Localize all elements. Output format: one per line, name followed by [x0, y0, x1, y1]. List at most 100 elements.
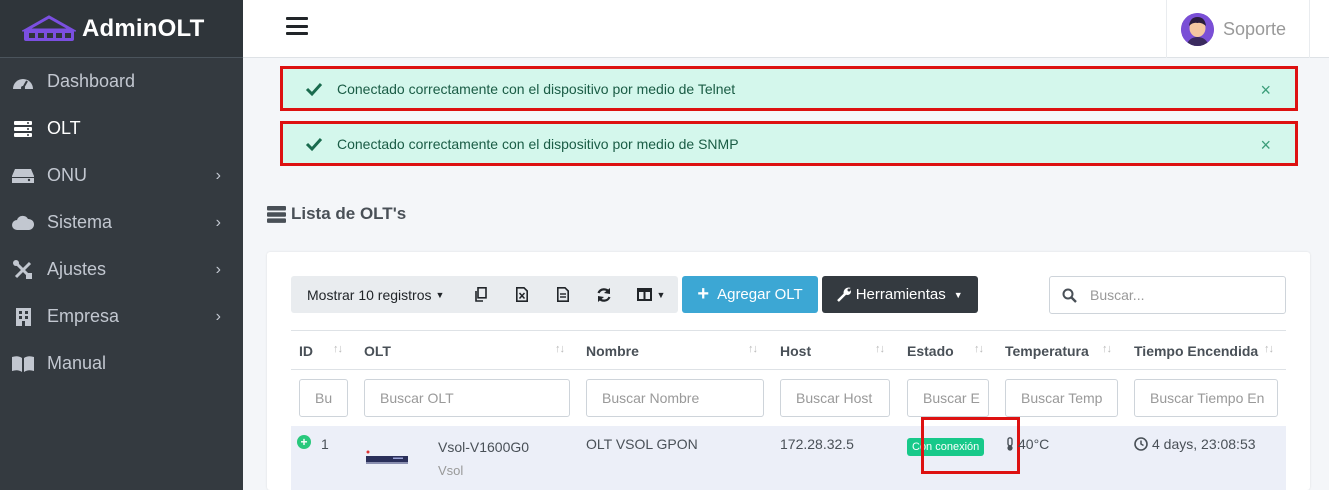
cell-nombre: OLT VSOL GPON: [586, 436, 698, 452]
clock-icon: [1134, 437, 1148, 451]
sidebar-item-label: Sistema: [47, 212, 113, 232]
filter-host-input[interactable]: Buscar Host: [780, 379, 890, 417]
filter-olt-input[interactable]: Buscar OLT: [364, 379, 570, 417]
refresh-button[interactable]: [583, 276, 624, 313]
olt-device-image: [366, 450, 408, 464]
filter-nombre-input[interactable]: Buscar Nombre: [586, 379, 764, 417]
column-header-id[interactable]: ID: [299, 331, 313, 371]
olt-list-card: Mostrar 10 registros ▼ ▼ + Agregar OLT H…: [267, 252, 1310, 490]
alert-message: Conectado correctamente con el dispositi…: [337, 135, 739, 152]
chevron-right-icon: ›: [215, 260, 221, 278]
sidebar-item-label: Ajustes: [47, 259, 107, 279]
caret-down-icon: ▼: [656, 289, 666, 300]
copy-icon: [475, 287, 487, 302]
hamburger-menu-icon[interactable]: [286, 17, 308, 35]
sidebar-item-onu[interactable]: ONU ›: [0, 152, 243, 199]
expand-row-icon[interactable]: +: [297, 435, 311, 449]
tachometer-icon: [12, 71, 34, 93]
search-icon: [1062, 288, 1077, 303]
alert-telnet-success: Conectado correctamente con el dispositi…: [280, 66, 1298, 111]
table-row[interactable]: + 1 Vsol-V1600G0 Vsol OLT VSOL GPON 172.…: [291, 417, 1286, 490]
column-header-tiempo-encendida[interactable]: Tiempo Encendida: [1134, 331, 1258, 371]
cell-host: 172.28.32.5: [780, 436, 854, 452]
book-icon: [12, 353, 34, 375]
thermometer-icon: [1007, 437, 1013, 451]
table-buttons-group: Mostrar 10 registros ▼ ▼: [291, 276, 679, 313]
sidebar-item-ajustes[interactable]: Ajustes ›: [0, 246, 243, 293]
show-records-dropdown[interactable]: Mostrar 10 registros ▼: [291, 276, 460, 313]
column-header-nombre[interactable]: Nombre: [586, 331, 639, 371]
user-menu[interactable]: Soporte: [1166, 0, 1310, 58]
temperature-value: 40°C: [1018, 436, 1050, 452]
server-icon: [267, 205, 286, 223]
column-filter-row: Bu Buscar OLT Buscar Nombre Buscar Host …: [291, 370, 1286, 426]
filter-estado-input[interactable]: Buscar E: [907, 379, 989, 417]
alert-snmp-success: Conectado correctamente con el dispositi…: [280, 121, 1298, 166]
sidebar-item-empresa[interactable]: Empresa ›: [0, 293, 243, 340]
copy-button[interactable]: [460, 276, 501, 313]
chevron-right-icon: ›: [215, 166, 221, 184]
column-header-host[interactable]: Host: [780, 331, 811, 371]
brand-logo-icon: [22, 14, 76, 41]
sort-icon: ↑↓: [875, 343, 885, 355]
brand[interactable]: AdminOLT: [0, 0, 243, 58]
brand-name: AdminOLT: [82, 14, 205, 42]
csv-export-button[interactable]: [542, 276, 583, 313]
tools-label: Herramientas: [855, 286, 946, 303]
check-icon: [305, 137, 323, 151]
cell-tiempo-encendida: 4 days, 23:08:53: [1134, 436, 1256, 452]
sort-icon: ↑↓: [974, 343, 984, 355]
cloud-icon: [12, 212, 34, 234]
table-toolbar: Mostrar 10 registros ▼ ▼ + Agregar OLT H…: [291, 276, 978, 313]
caret-down-icon: ▼: [435, 289, 445, 300]
sidebar-item-label: Empresa: [47, 306, 120, 326]
columns-icon: [637, 288, 653, 301]
search-box: [1049, 276, 1286, 314]
page-title: Lista de OLT's: [267, 204, 406, 224]
server-icon: [12, 118, 34, 140]
column-header-olt[interactable]: OLT: [364, 331, 391, 371]
show-records-label: Mostrar 10 registros: [307, 286, 432, 303]
hdd-icon: [12, 165, 34, 187]
close-icon[interactable]: ×: [1260, 135, 1271, 156]
sidebar-item-label: ONU: [47, 165, 87, 185]
column-header-estado[interactable]: Estado: [907, 331, 954, 371]
building-icon: [12, 306, 34, 328]
uptime-value: 4 days, 23:08:53: [1152, 436, 1256, 452]
sort-icon: ↑↓: [333, 343, 343, 355]
page-title-text: Lista de OLT's: [291, 204, 407, 223]
sidebar-item-manual[interactable]: Manual: [0, 340, 243, 387]
plus-icon: +: [697, 283, 710, 305]
avatar: [1181, 12, 1214, 46]
excel-export-button[interactable]: [501, 276, 542, 313]
caret-down-icon: ▼: [953, 289, 963, 300]
sidebar-item-dashboard[interactable]: Dashboard: [0, 58, 243, 105]
user-name: Soporte: [1223, 18, 1287, 39]
sort-icon: ↑↓: [1264, 343, 1274, 355]
sort-icon: ↑↓: [1102, 343, 1112, 355]
tools-dropdown-button[interactable]: Herramientas ▼: [821, 276, 978, 313]
top-navbar: Soporte: [243, 0, 1329, 58]
filter-tiempo-input[interactable]: Buscar Tiempo En: [1134, 379, 1278, 417]
alert-message: Conectado correctamente con el dispositi…: [337, 80, 736, 97]
file-text-icon: [556, 287, 569, 302]
column-visibility-button[interactable]: ▼: [624, 276, 678, 313]
cell-id: 1: [321, 436, 329, 452]
sidebar: AdminOLT Dashboard OLT ONU › Sistema › A…: [0, 0, 243, 490]
close-icon[interactable]: ×: [1260, 80, 1271, 101]
sidebar-item-olt[interactable]: OLT: [0, 105, 243, 152]
cell-olt-brand: Vsol: [438, 463, 464, 478]
sidebar-item-label: OLT: [47, 118, 81, 138]
tools-icon: [12, 259, 34, 281]
filter-id-input[interactable]: Bu: [299, 379, 348, 417]
sidebar-item-sistema[interactable]: Sistema ›: [0, 199, 243, 246]
filter-temperatura-input[interactable]: Buscar Temp: [1005, 379, 1118, 417]
cell-olt-model: Vsol-V1600G0: [438, 439, 530, 455]
add-olt-button[interactable]: + Agregar OLT: [682, 276, 818, 313]
column-header-temperatura[interactable]: Temperatura: [1005, 331, 1089, 371]
search-input[interactable]: [1090, 287, 1270, 303]
add-olt-label: Agregar OLT: [717, 286, 803, 303]
file-excel-icon: [515, 287, 528, 302]
sync-icon: [597, 287, 611, 302]
sort-icon: ↑↓: [555, 343, 565, 355]
